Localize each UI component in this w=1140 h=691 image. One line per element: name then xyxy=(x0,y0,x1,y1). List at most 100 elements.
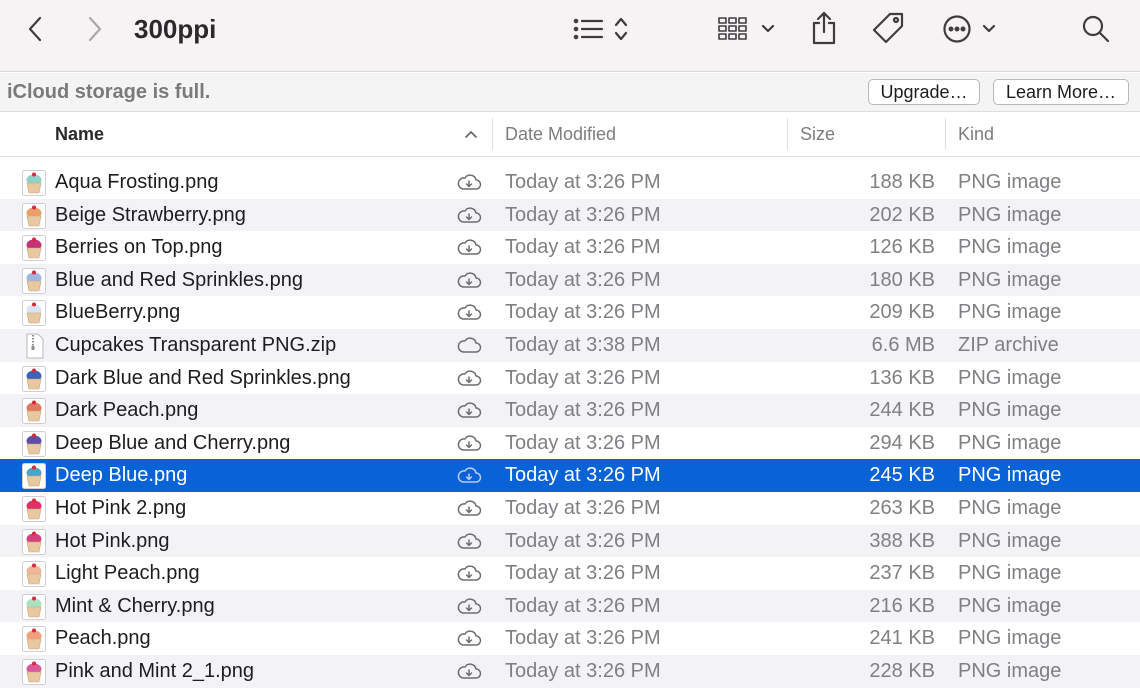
file-row[interactable]: Pink and Mint 2_1.png Today at 3:26 PM 228… xyxy=(0,655,1140,688)
cloud-download-icon[interactable] xyxy=(456,499,482,517)
search-button[interactable] xyxy=(1076,10,1116,48)
column-divider[interactable] xyxy=(787,118,788,150)
column-header: Name Date Modified Size Kind xyxy=(0,112,1140,157)
file-date-modified: Today at 3:26 PM xyxy=(505,594,661,617)
file-date-modified: Today at 3:26 PM xyxy=(505,627,661,650)
file-kind: PNG image xyxy=(958,464,1062,487)
cupcake-icon xyxy=(22,170,46,196)
group-view-button[interactable] xyxy=(712,12,782,46)
file-date-modified: Today at 3:26 PM xyxy=(505,268,661,291)
file-size: 241 KB xyxy=(869,627,935,650)
column-divider[interactable] xyxy=(492,118,493,150)
file-size: 294 KB xyxy=(869,431,935,454)
file-row[interactable]: Blue and Red Sprinkles.png Today at 3:26 … xyxy=(0,263,1140,297)
file-date-modified: Today at 3:26 PM xyxy=(505,660,661,682)
upgrade-button[interactable]: Upgrade… xyxy=(868,79,980,105)
file-date-modified: Today at 3:26 PM xyxy=(505,399,661,422)
file-date-modified: Today at 3:26 PM xyxy=(505,562,661,585)
file-size: 245 KB xyxy=(869,464,935,487)
cupcake-icon xyxy=(22,365,46,392)
cloud-download-icon[interactable] xyxy=(456,369,482,387)
cloud-download-icon[interactable] xyxy=(456,532,482,550)
forward-button[interactable] xyxy=(76,12,112,46)
file-size: 126 KB xyxy=(869,236,935,259)
file-name: Mint & Cherry.png xyxy=(55,594,215,617)
file-row[interactable]: Hot Pink 2.png Today at 3:26 PM 263 KB PNG … xyxy=(0,492,1140,525)
chevron-left-icon xyxy=(28,16,42,42)
file-row[interactable]: Berries on Top.png Today at 3:26 PM 126 KB… xyxy=(0,231,1140,264)
file-name: Hot Pink.png xyxy=(55,529,170,552)
tag-icon xyxy=(872,12,904,44)
list-view-button[interactable] xyxy=(566,12,638,46)
file-name: BlueBerry.png xyxy=(55,301,181,324)
file-row[interactable]: Hot Pink.png Today at 3:26 PM 388 KB PNG im… xyxy=(0,524,1140,558)
cupcake-icon xyxy=(22,300,46,327)
file-row[interactable]: Cupcakes Transparent PNG.zip Today at 3:3… xyxy=(0,329,1140,362)
file-name: Aqua Frosting.png xyxy=(55,171,219,193)
file-date-modified: Today at 3:26 PM xyxy=(505,529,661,552)
file-size: 388 KB xyxy=(869,529,935,552)
cloud-download-icon[interactable] xyxy=(456,434,482,452)
cloud-download-icon[interactable] xyxy=(456,238,482,256)
file-name: Dark Peach.png xyxy=(55,399,199,422)
cloud-download-icon[interactable] xyxy=(456,466,482,484)
cloud-download-icon[interactable] xyxy=(456,173,482,191)
file-name: Hot Pink 2.png xyxy=(55,497,187,519)
file-date-modified: Today at 3:26 PM xyxy=(505,431,661,454)
cloud-download-icon[interactable] xyxy=(456,271,482,289)
file-row[interactable]: Deep Blue.png Today at 3:26 PM 245 KB PNG i… xyxy=(0,459,1140,492)
learn-more-button[interactable]: Learn More… xyxy=(993,79,1129,105)
cloud-download-icon[interactable] xyxy=(456,336,482,354)
cloud-download-icon[interactable] xyxy=(456,597,482,615)
list-view-icon xyxy=(573,17,628,41)
file-kind: PNG image xyxy=(958,431,1062,454)
back-button[interactable] xyxy=(18,12,54,46)
chevron-right-icon xyxy=(88,16,102,42)
cupcake-icon xyxy=(22,267,46,294)
file-row[interactable]: Deep Blue and Cherry.png Today at 3:26 PM… xyxy=(0,427,1140,460)
sort-ascending-icon[interactable] xyxy=(462,126,480,144)
file-date-modified: Today at 3:26 PM xyxy=(505,171,661,193)
cloud-download-icon[interactable] xyxy=(456,662,482,680)
file-row[interactable]: Aqua Frosting.png Today at 3:26 PM 188 KB P… xyxy=(0,166,1140,199)
file-date-modified: Today at 3:38 PM xyxy=(505,334,661,356)
file-size: 237 KB xyxy=(869,562,935,585)
cloud-download-icon[interactable] xyxy=(456,401,482,419)
cupcake-icon xyxy=(22,528,46,555)
file-kind: PNG image xyxy=(958,497,1062,519)
file-size: 180 KB xyxy=(869,268,935,291)
column-name[interactable]: Name xyxy=(55,112,104,157)
cupcake-icon xyxy=(22,561,46,588)
file-row[interactable]: Light Peach.png Today at 3:26 PM 237 KB PNG… xyxy=(0,557,1140,590)
cloud-download-icon[interactable] xyxy=(456,206,482,224)
file-kind: PNG image xyxy=(958,594,1062,617)
column-date-modified[interactable]: Date Modified xyxy=(505,112,616,157)
file-row[interactable]: BlueBerry.png Today at 3:26 PM 209 KB PNG i… xyxy=(0,296,1140,329)
tag-button[interactable] xyxy=(866,8,910,48)
cloud-download-icon[interactable] xyxy=(456,564,482,582)
file-row[interactable]: Dark Peach.png Today at 3:26 PM 244 KB PNG … xyxy=(0,394,1140,427)
file-row[interactable]: Peach.png Today at 3:26 PM 241 KB PNG image xyxy=(0,622,1140,655)
file-size: 202 KB xyxy=(869,203,935,226)
file-row[interactable]: Beige Strawberry.png Today at 3:26 PM 202 … xyxy=(0,198,1140,232)
file-kind: ZIP archive xyxy=(958,334,1059,356)
file-kind: PNG image xyxy=(958,301,1062,324)
file-list: Aqua Frosting.png Today at 3:26 PM 188 KB P… xyxy=(0,166,1140,691)
folder-title: 300ppi xyxy=(134,14,217,44)
more-actions-button[interactable] xyxy=(938,10,1002,48)
cupcake-icon xyxy=(22,659,46,685)
file-row[interactable]: Mint & Cherry.png Today at 3:26 PM 216 KB P… xyxy=(0,589,1140,623)
cloud-download-icon[interactable] xyxy=(456,629,482,647)
column-kind[interactable]: Kind xyxy=(958,112,994,157)
share-button[interactable] xyxy=(804,8,844,48)
column-divider[interactable] xyxy=(945,118,946,150)
file-row[interactable]: Dark Blue and Red Sprinkles.png Today at … xyxy=(0,362,1140,395)
file-size: 6.6 MB xyxy=(871,334,935,356)
file-size: 188 KB xyxy=(869,171,935,193)
cupcake-icon xyxy=(22,593,46,620)
column-size[interactable]: Size xyxy=(800,112,835,157)
cupcake-icon xyxy=(22,463,46,490)
cloud-download-icon[interactable] xyxy=(456,303,482,321)
finder-toolbar: 300ppi xyxy=(0,0,1140,72)
icloud-storage-banner: iCloud storage is full. Upgrade… Learn M… xyxy=(0,73,1140,112)
